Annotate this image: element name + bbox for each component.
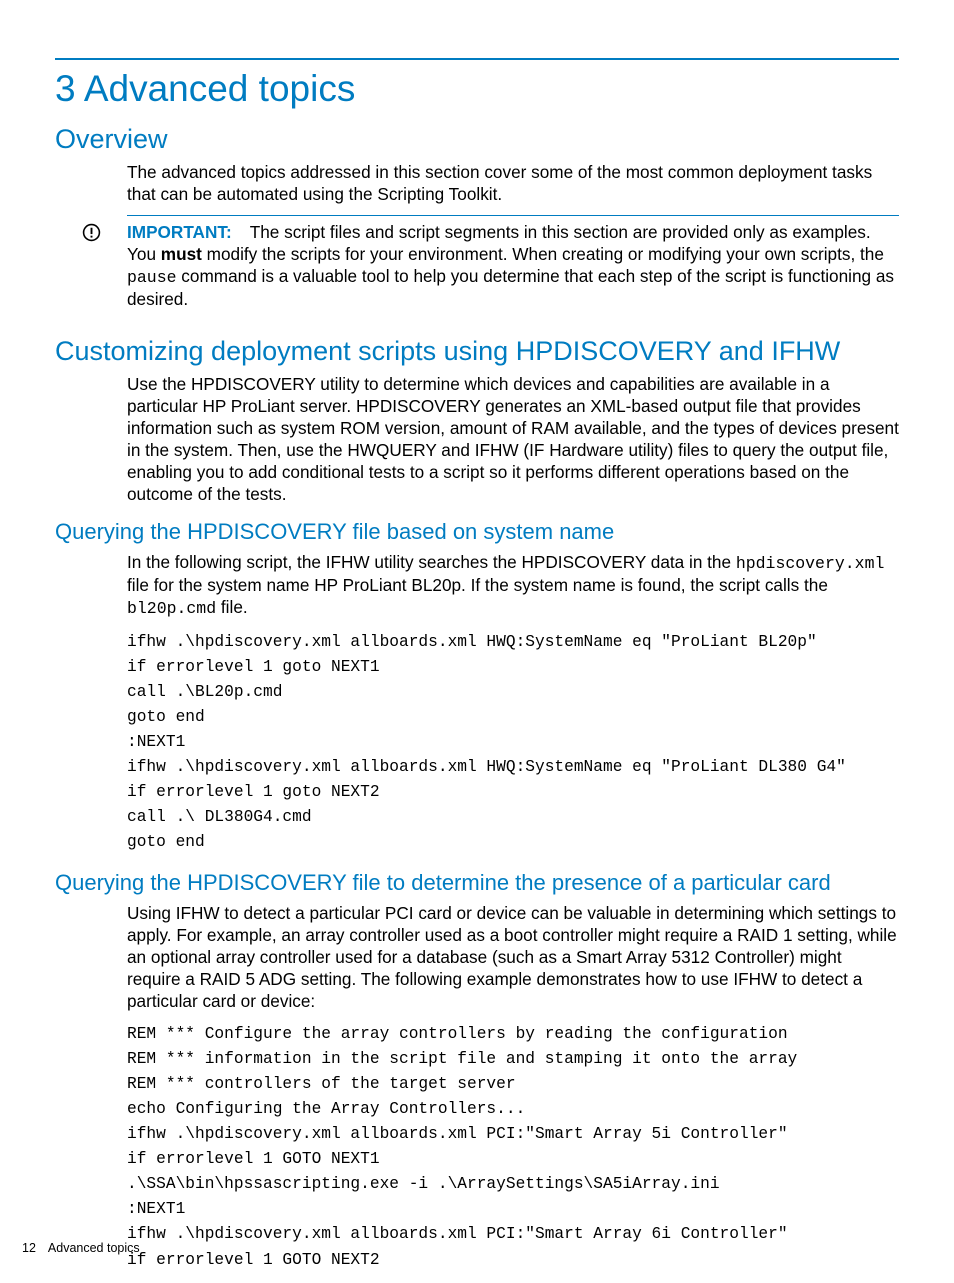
callout-bold: must xyxy=(161,244,202,264)
callout-top-rule xyxy=(127,215,899,216)
query-card-code-block: REM *** Configure the array controllers … xyxy=(127,1022,899,1273)
page-number: 12 xyxy=(22,1241,36,1255)
query-name-paragraph: In the following script, the IFHW utilit… xyxy=(127,551,899,619)
query-name-code-block: ifhw .\hpdiscovery.xml allboards.xml HWQ… xyxy=(127,630,899,856)
query-name-heading: Querying the HPDISCOVERY file based on s… xyxy=(55,519,899,545)
qn-mid: file for the system name HP ProLiant BL2… xyxy=(127,575,828,595)
overview-body: The advanced topics addressed in this se… xyxy=(127,161,899,205)
page-footer: 12 Advanced topics xyxy=(22,1241,140,1255)
footer-section: Advanced topics xyxy=(48,1241,140,1255)
query-card-heading: Querying the HPDISCOVERY file to determi… xyxy=(55,870,899,896)
qn-pre: In the following script, the IFHW utilit… xyxy=(127,552,736,572)
qn-post: file. xyxy=(216,597,248,617)
important-callout: IMPORTANT:The script files and script se… xyxy=(55,215,899,320)
important-icon xyxy=(55,221,127,242)
callout-t2: modify the scripts for your environment.… xyxy=(202,244,884,264)
callout-text: IMPORTANT:The script files and script se… xyxy=(127,221,899,310)
customizing-heading: Customizing deployment scripts using HPD… xyxy=(55,336,899,367)
qn-code2: bl20p.cmd xyxy=(127,599,216,618)
qn-code1: hpdiscovery.xml xyxy=(736,554,885,573)
top-rule xyxy=(55,58,899,60)
important-label: IMPORTANT: xyxy=(127,222,232,242)
document-page: 3 Advanced topics Overview The advanced … xyxy=(0,0,954,1273)
callout-t3: command is a valuable tool to help you d… xyxy=(127,266,894,309)
query-card-body: Using IFHW to detect a particular PCI ca… xyxy=(127,902,899,1273)
customizing-body: Use the HPDISCOVERY utility to determine… xyxy=(127,373,899,505)
overview-paragraph: The advanced topics addressed in this se… xyxy=(127,161,899,205)
overview-heading: Overview xyxy=(55,124,899,155)
customizing-paragraph: Use the HPDISCOVERY utility to determine… xyxy=(127,373,899,505)
query-name-body: In the following script, the IFHW utilit… xyxy=(127,551,899,855)
chapter-title: 3 Advanced topics xyxy=(55,68,899,110)
callout-code: pause xyxy=(127,268,177,287)
query-card-paragraph: Using IFHW to detect a particular PCI ca… xyxy=(127,902,899,1012)
